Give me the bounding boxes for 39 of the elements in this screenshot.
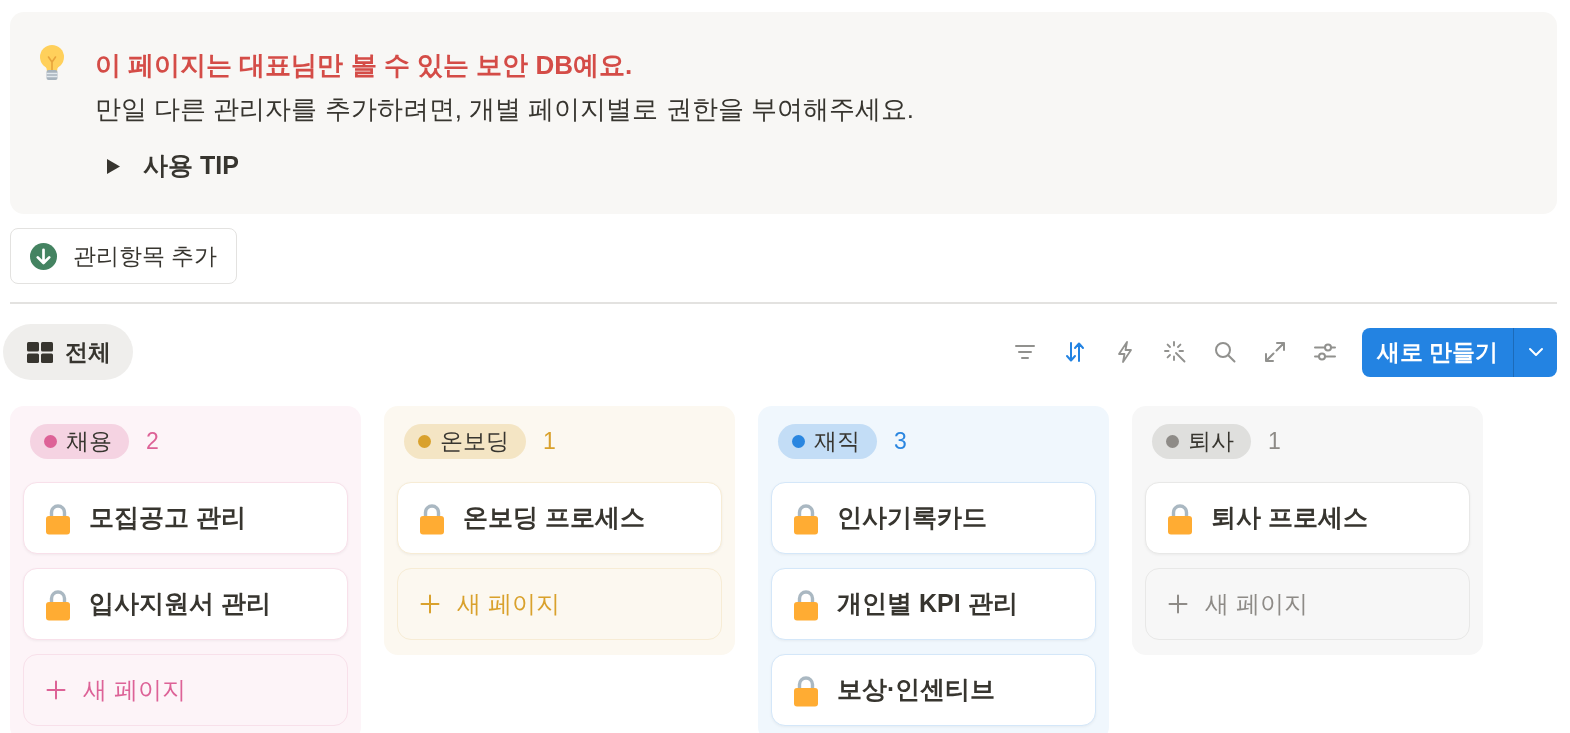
view-tab[interactable]: 전체 [3,324,133,380]
plus-icon [46,680,66,700]
page-card[interactable]: 개인별 KPI 관리 [771,568,1096,640]
add-item-button[interactable]: 관리항목 추가 [10,228,238,284]
toggle-button[interactable]: 사용 TIP [95,144,239,188]
arrow-down-circle-icon [30,242,57,270]
page-card[interactable]: 퇴사 프로세스 [1145,482,1470,554]
grid-icon [27,341,53,363]
lock-icon [1167,501,1193,535]
lock-icon [45,587,71,621]
card-count: 3 [894,427,907,457]
status-label: 온보딩 [440,427,509,457]
lock-icon [793,673,819,707]
lightbulb-icon [38,45,66,82]
lock-icon [419,501,445,535]
page-card[interactable]: 모집공고 관리 [23,482,348,554]
new-button[interactable]: 새로 만들기 [1361,327,1513,377]
card-count: 1 [1268,427,1281,457]
dropdown-button[interactable] [1513,327,1557,377]
status-label: 재직 [814,427,860,457]
card-count: 1 [543,427,556,457]
callout-text: 만일 다른 관리자를 추가하려면, 개별 페이지별로 권한을 부여해주세요. [95,93,914,126]
status-label: 채용 [66,427,112,457]
page-card[interactable]: 온보딩 프로세스 [397,482,722,554]
lock-icon [45,501,71,535]
plus-icon [1168,594,1188,614]
expand-icon[interactable] [1262,340,1287,364]
lock-icon [793,587,819,621]
card-count: 2 [146,427,159,457]
caret-icon[interactable] [106,157,121,175]
plus-icon [420,594,440,614]
page-card[interactable]: 보상·인센티브 [771,654,1096,726]
status-label: 퇴사 [1188,427,1234,457]
page-card[interactable]: 입사지원서 관리 [23,568,348,640]
search-icon[interactable] [1212,340,1237,364]
page-card[interactable]: 인사기록카드 [771,482,1096,554]
magic-wand-icon[interactable] [1162,340,1187,364]
lock-icon [793,501,819,535]
callout-title: 이 페이지는 대표님만 볼 수 있는 보안 DB예요. [95,49,633,82]
